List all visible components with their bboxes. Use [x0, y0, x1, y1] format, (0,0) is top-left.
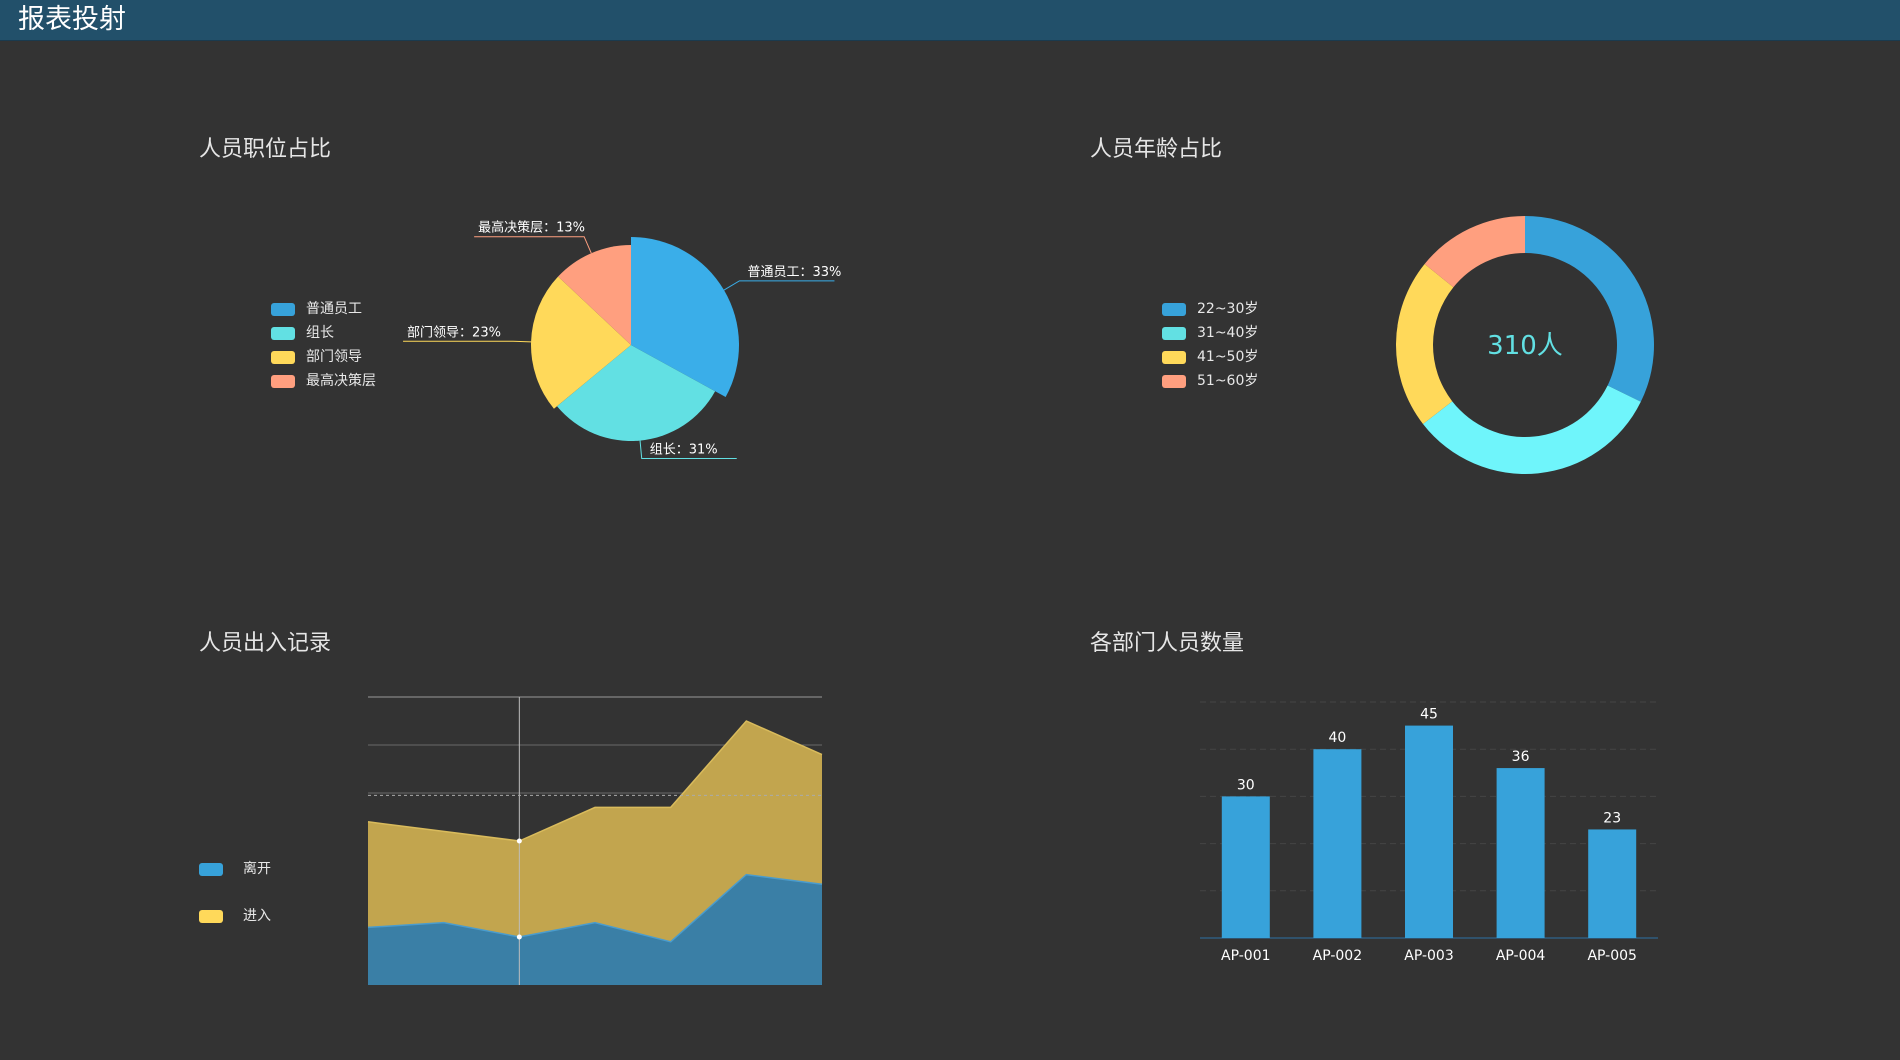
legend-label: 进入 [243, 908, 271, 924]
legend-swatch [271, 327, 295, 340]
legend-swatch [1162, 351, 1186, 364]
legend-swatch [199, 910, 223, 923]
bar-value-label: 23 [1603, 810, 1621, 826]
legend-swatch [199, 863, 223, 876]
dept-bar-chart: 30 AP-001 40 AP-002 45 AP-003 36 AP-004 23 AP-005 [1200, 701, 1658, 964]
bar[interactable] [1221, 796, 1270, 938]
inout-area-chart [367, 696, 823, 985]
pie-data-label: 组长：31% [650, 442, 718, 457]
area-point [516, 838, 522, 844]
area-point [516, 934, 522, 940]
x-tick-label: AP-005 [1587, 948, 1637, 964]
donut-slice[interactable] [1525, 216, 1654, 402]
x-tick-label: AP-002 [1313, 948, 1363, 964]
bar[interactable] [1496, 768, 1545, 938]
donut-center-label: 310人 [1487, 331, 1563, 361]
top-bar: 报表投射 [0, 0, 1900, 41]
app-title: 报表投射 [18, 4, 126, 35]
x-tick-label: AP-004 [1496, 948, 1546, 964]
x-tick-label: AP-001 [1221, 948, 1271, 964]
position-pie-title: 人员职位占比 [199, 137, 332, 162]
legend-label: 离开 [243, 861, 271, 877]
pie-data-label: 最高决策层：13% [478, 220, 585, 236]
inout-area-title: 人员出入记录 [199, 631, 332, 656]
bar-value-label: 30 [1237, 777, 1255, 793]
pie-label-line [474, 236, 592, 254]
pie-data-label: 部门领导：23% [407, 325, 501, 340]
legend-label: 31~40岁 [1197, 325, 1259, 341]
legend-swatch [1162, 303, 1186, 316]
legend-label: 22~30岁 [1197, 301, 1259, 317]
pie-data-label: 普通员工：33% [747, 265, 841, 280]
legend-label: 最高决策层 [306, 373, 376, 389]
x-tick-label: AP-003 [1404, 948, 1454, 964]
legend-label: 部门领导 [306, 349, 362, 365]
legend-label: 组长 [306, 325, 334, 341]
donut-slice[interactable] [1422, 385, 1641, 474]
bar[interactable] [1405, 725, 1453, 938]
legend-label: 41~50岁 [1197, 349, 1259, 365]
position-pie-chart: 普通员工：33% 组长：31% 部门领导：23% 最高决策层：13% [403, 220, 841, 459]
legend-swatch [271, 351, 295, 364]
legend-swatch [1162, 375, 1186, 388]
bar[interactable] [1313, 749, 1362, 938]
age-donut-chart: 310人 [1396, 216, 1654, 474]
legend-swatch [271, 303, 295, 316]
bar[interactable] [1588, 829, 1637, 938]
age-donut-title: 人员年龄占比 [1090, 137, 1223, 162]
pie-label-line [723, 280, 835, 291]
pie-label-line [403, 340, 532, 343]
legend-label: 普通员工 [306, 301, 362, 317]
legend-swatch [1162, 327, 1186, 340]
legend-swatch [271, 375, 295, 388]
bar-value-label: 36 [1512, 749, 1530, 765]
donut-slice[interactable] [1396, 263, 1454, 424]
bar-value-label: 45 [1420, 707, 1438, 723]
bar-value-label: 40 [1328, 730, 1346, 746]
legend-label: 51~60岁 [1197, 373, 1259, 389]
dept-bar-title: 各部门人员数量 [1090, 631, 1245, 656]
